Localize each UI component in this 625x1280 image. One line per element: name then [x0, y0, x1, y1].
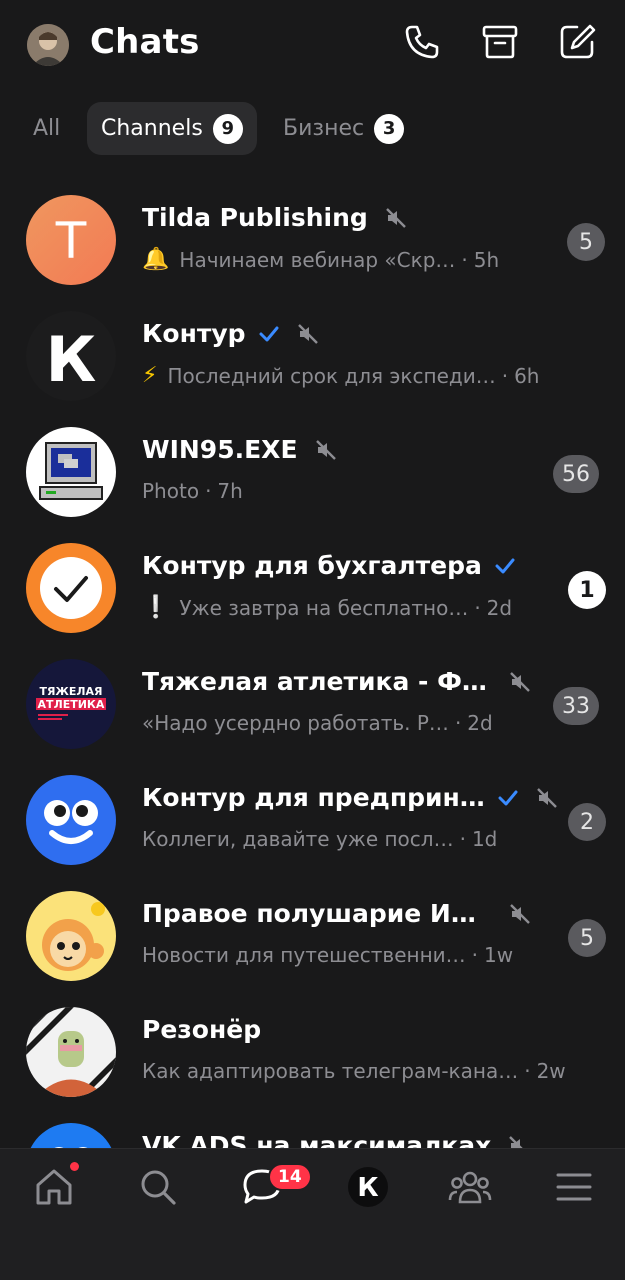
- chat-name: Контур для бухгалтера: [142, 551, 516, 580]
- chat-time: 2w: [536, 1059, 566, 1083]
- messages-badge: 14: [268, 1163, 312, 1191]
- chat-row[interactable]: T Tilda Publishing 🔔 Начинаем вебинар «С…: [0, 173, 625, 289]
- muted-icon: [509, 1135, 524, 1148]
- chat-time: 1d: [471, 827, 498, 851]
- header: Chats: [0, 0, 625, 88]
- avatar-icon: [27, 24, 69, 66]
- unread-badge: 5: [567, 223, 605, 261]
- chat-row[interactable]: Контур для бухгалтера ❕ Уже завтра на бе…: [0, 521, 625, 637]
- cartoon-character-icon: [42, 902, 105, 971]
- chat-avatar: ТЯЖЕЛАЯ АТЛЕТИКА: [26, 659, 116, 749]
- avatar-text-line2: АТЛЕТИКА: [38, 698, 105, 711]
- muted-icon: [510, 671, 530, 692]
- bell-icon: 🔔: [142, 247, 170, 272]
- chat-avatar: [26, 1007, 116, 1097]
- chat-preview: Коллеги, давайте уже посл… · 1d: [142, 827, 498, 851]
- tab-channels[interactable]: Channels 9: [87, 102, 257, 155]
- muted-icon: [297, 323, 318, 344]
- muted-icon: [536, 787, 557, 808]
- chat-row[interactable]: VK ADS на максималках: [0, 1101, 625, 1148]
- verified-icon: [498, 790, 518, 805]
- tab-all[interactable]: All: [33, 102, 60, 155]
- chat-time: 5h: [473, 247, 500, 272]
- chat-time: 7h: [217, 479, 243, 503]
- tab-all-label: All: [33, 116, 61, 141]
- lightning-icon: ⚡: [142, 363, 158, 388]
- chat-time: 1w: [484, 943, 514, 967]
- chat-row[interactable]: К Контур ⚡ Последний срок для экспеди… · 6…: [0, 289, 625, 405]
- vk-ads-logo-icon: [54, 1147, 88, 1148]
- chat-preview: ⚡ Последний срок для экспеди… · 6h: [142, 363, 540, 388]
- chat-preview: Новости для путешественни… · 1w: [142, 943, 514, 967]
- chat-preview: Photo · 7h: [142, 479, 243, 503]
- page-title: Chats: [90, 22, 200, 62]
- tilda-logo-letter: T: [55, 212, 87, 270]
- computer-icon: [39, 442, 103, 500]
- tab-business[interactable]: Бизнес 3: [283, 102, 405, 155]
- chat-row[interactable]: Правое полушарие Интр… Новости для путеш…: [0, 869, 625, 985]
- phone-icon[interactable]: [402, 22, 442, 62]
- muted-icon: [510, 903, 530, 924]
- chat-preview: Как адаптировать телеграм-кана… · 2w: [142, 1059, 566, 1083]
- tab-channels-label: Channels: [101, 116, 203, 141]
- chat-avatar: [26, 891, 116, 981]
- unread-badge: 33: [553, 687, 599, 725]
- chat-preview: 🔔 Начинаем вебинар «Скр… · 5h: [142, 247, 500, 272]
- unread-badge: 5: [568, 919, 606, 957]
- chat-avatar: [26, 1123, 116, 1148]
- chat-name: Резонёр: [142, 1015, 262, 1044]
- unread-badge: 1: [568, 571, 606, 609]
- compose-icon[interactable]: [557, 22, 597, 62]
- search-icon[interactable]: [136, 1165, 180, 1209]
- chat-avatar: [26, 775, 116, 865]
- chat-avatar: [26, 543, 116, 633]
- chat-row[interactable]: Резонёр Как адаптировать телеграм-кана… ·…: [0, 985, 625, 1101]
- chat-row[interactable]: Контур для предприн… Коллеги, давайте уж…: [0, 753, 625, 869]
- chat-name: Тяжелая атлетика - ФТАР: [142, 667, 532, 696]
- chat-time: 6h: [514, 363, 540, 388]
- community-icon[interactable]: [448, 1165, 492, 1209]
- chat-name: Контур для предприн…: [142, 783, 559, 812]
- chat-name: Правое полушарие Интр…: [142, 899, 532, 928]
- kontur-logo-letter: К: [46, 323, 97, 396]
- chat-name: Контур: [142, 319, 320, 348]
- checkmark-logo-icon: [40, 557, 102, 619]
- unread-badge: 56: [553, 455, 599, 493]
- tab-business-count: 3: [374, 113, 405, 144]
- avatar-text-line1: ТЯЖЕЛАЯ: [39, 685, 102, 698]
- filter-tabs: All Channels 9 Бизнес 3: [0, 102, 625, 156]
- chat-preview: ❕ Уже завтра на бесплатно… · 2d: [142, 595, 513, 620]
- bottom-navigation: 14 К: [0, 1148, 625, 1280]
- chat-name: Tilda Publishing: [142, 203, 408, 232]
- chat-avatar: [26, 427, 116, 517]
- tab-channels-count: 9: [212, 113, 243, 144]
- portrait-illustration-icon: [26, 1007, 116, 1097]
- menu-icon[interactable]: [552, 1165, 596, 1209]
- muted-icon: [315, 439, 336, 460]
- chat-row[interactable]: WIN95.EXE Photo · 7h 56: [0, 405, 625, 521]
- chat-name: WIN95.EXE: [142, 435, 338, 464]
- exclamation-icon: ❕: [142, 595, 170, 620]
- profile-avatar[interactable]: [27, 24, 69, 66]
- chat-time: 2d: [486, 595, 513, 620]
- home-notification-dot: [70, 1162, 79, 1171]
- home-icon[interactable]: [32, 1165, 76, 1209]
- chat-avatar: К: [26, 311, 116, 401]
- verified-icon: [259, 326, 279, 341]
- tab-business-label: Бизнес: [283, 116, 365, 141]
- kontur-nav-letter: К: [357, 1173, 378, 1203]
- kontur-icon[interactable]: К: [346, 1165, 390, 1209]
- verified-icon: [495, 558, 515, 573]
- unread-badge: 2: [568, 803, 606, 841]
- chat-preview: «Надо усердно работать. Р… · 2d: [142, 711, 493, 735]
- chat-row[interactable]: ТЯЖЕЛАЯ АТЛЕТИКА Тяжелая атлетика - ФТАР…: [0, 637, 625, 753]
- chat-name: VK ADS на максималках: [142, 1131, 531, 1148]
- smiley-face-icon: [44, 800, 98, 844]
- chat-avatar: T: [26, 195, 116, 285]
- chat-list[interactable]: T Tilda Publishing 🔔 Начинаем вебинар «С…: [0, 173, 625, 1148]
- archive-icon[interactable]: [480, 22, 520, 62]
- muted-icon: [385, 207, 406, 228]
- chat-time: 2d: [467, 711, 493, 735]
